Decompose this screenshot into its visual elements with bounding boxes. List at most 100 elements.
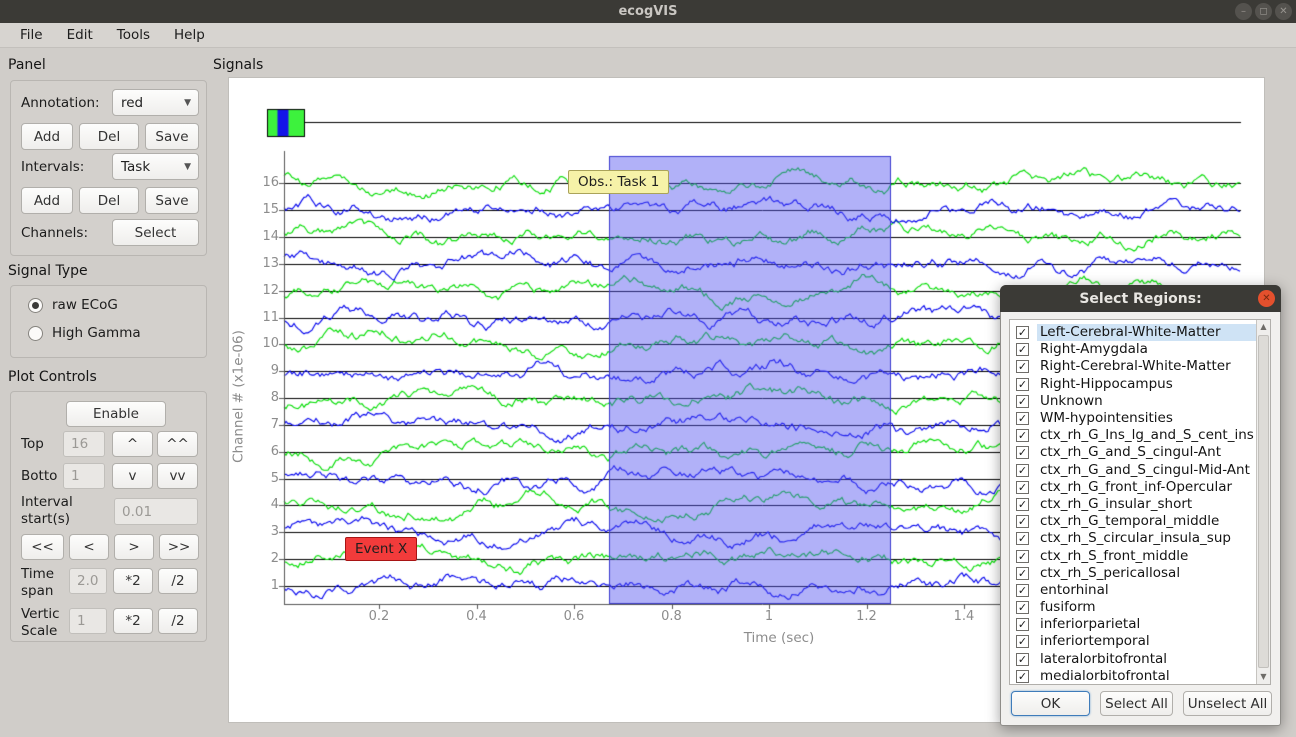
checkbox-checked-icon[interactable]: ✓: [1016, 515, 1029, 528]
bottom-downdown-button[interactable]: vv: [157, 463, 198, 489]
checkbox-checked-icon[interactable]: ✓: [1016, 446, 1029, 459]
channels-select-button[interactable]: Select: [112, 219, 199, 246]
dialog-titlebar[interactable]: Select Regions: ✕: [1000, 285, 1281, 312]
top-up-button[interactable]: ^: [112, 431, 153, 457]
scroll-up-icon[interactable]: ▲: [1257, 320, 1270, 334]
bottom-input[interactable]: 1: [63, 463, 105, 489]
checkbox-checked-icon[interactable]: ✓: [1016, 326, 1029, 339]
intervals-add-button[interactable]: Add: [21, 187, 73, 214]
region-row[interactable]: ✓ ctx_rh_S_circular_insula_sup: [1011, 530, 1257, 547]
region-row[interactable]: ✓ lateralorbitofrontal: [1011, 651, 1257, 668]
checkbox-checked-icon[interactable]: ✓: [1016, 464, 1029, 477]
maximize-icon[interactable]: ◻: [1255, 3, 1272, 20]
intervals-del-button[interactable]: Del: [79, 187, 139, 214]
scale-div2-button[interactable]: /2: [158, 608, 198, 634]
event-marker-label[interactable]: Event X: [345, 537, 417, 561]
top-input[interactable]: 16: [63, 431, 105, 457]
checkbox-checked-icon[interactable]: ✓: [1016, 343, 1029, 356]
region-row[interactable]: ✓ ctx_rh_S_pericallosal: [1011, 565, 1257, 582]
time-span-input[interactable]: 2.0: [69, 568, 107, 594]
region-row[interactable]: ✓ inferiorparietal: [1011, 616, 1257, 633]
signal-type-groupbox: raw ECoG High Gamma: [10, 285, 207, 358]
region-row[interactable]: ✓ ctx_rh_G_front_inf-Opercular: [1011, 479, 1257, 496]
region-row[interactable]: ✓ inferiortemporal: [1011, 633, 1257, 650]
menu-tools[interactable]: Tools: [107, 25, 160, 45]
checkbox-checked-icon[interactable]: ✓: [1016, 429, 1029, 442]
nav-next-button[interactable]: >: [114, 534, 154, 560]
region-row[interactable]: ✓ entorhinal: [1011, 582, 1257, 599]
checkbox-checked-icon[interactable]: ✓: [1016, 412, 1029, 425]
region-list[interactable]: ✓ Left-Cerebral-White-Matter ✓ Right-Amy…: [1009, 319, 1271, 685]
menu-edit[interactable]: Edit: [57, 25, 103, 45]
checkbox-checked-icon[interactable]: ✓: [1016, 584, 1029, 597]
intervals-label: Intervals:: [21, 159, 84, 175]
annotation-del-button[interactable]: Del: [79, 123, 139, 150]
enable-button[interactable]: Enable: [66, 401, 166, 427]
checkbox-checked-icon[interactable]: ✓: [1016, 653, 1029, 666]
checkbox-checked-icon[interactable]: ✓: [1016, 618, 1029, 631]
top-label: Top: [21, 436, 44, 452]
checkbox-checked-icon[interactable]: ✓: [1016, 498, 1029, 511]
checkbox-checked-icon[interactable]: ✓: [1016, 635, 1029, 648]
region-label: ctx_rh_G_front_inf-Opercular: [1037, 479, 1257, 496]
list-scrollbar[interactable]: ▲ ▼: [1256, 320, 1270, 684]
time-x2-button[interactable]: *2: [113, 568, 153, 594]
menu-file[interactable]: File: [10, 25, 53, 45]
checkbox-checked-icon[interactable]: ✓: [1016, 601, 1029, 614]
checkbox-checked-icon[interactable]: ✓: [1016, 532, 1029, 545]
checkbox-checked-icon[interactable]: ✓: [1016, 550, 1029, 563]
top-upup-button[interactable]: ^^: [157, 431, 198, 457]
region-label: Left-Cerebral-White-Matter: [1037, 324, 1257, 341]
interval-start-input[interactable]: 0.01: [114, 498, 198, 525]
dialog-close-icon[interactable]: ✕: [1258, 290, 1275, 307]
window-titlebar[interactable]: ecogVIS – ◻ ✕: [0, 0, 1296, 23]
y-tick-label: 8: [249, 390, 279, 405]
unselect-all-button[interactable]: Unselect All: [1183, 691, 1272, 716]
annotation-add-button[interactable]: Add: [21, 123, 73, 150]
intervals-save-button[interactable]: Save: [145, 187, 199, 214]
checkbox-checked-icon[interactable]: ✓: [1016, 567, 1029, 580]
region-row[interactable]: ✓ fusiform: [1011, 599, 1257, 616]
region-label: ctx_rh_G_and_S_cingul-Mid-Ant: [1037, 462, 1257, 479]
region-row[interactable]: ✓ ctx_rh_G_Ins_lg_and_S_cent_ins: [1011, 427, 1257, 444]
region-row[interactable]: ✓ ctx_rh_G_and_S_cingul-Mid-Ant: [1011, 462, 1257, 479]
region-row[interactable]: ✓ Right-Cerebral-White-Matter: [1011, 358, 1257, 375]
scroll-down-icon[interactable]: ▼: [1257, 670, 1270, 684]
vertical-scale-input[interactable]: 1: [69, 608, 107, 634]
checkbox-checked-icon[interactable]: ✓: [1016, 378, 1029, 391]
region-row[interactable]: ✓ Left-Cerebral-White-Matter: [1011, 324, 1257, 341]
checkbox-checked-icon[interactable]: ✓: [1016, 395, 1029, 408]
region-row[interactable]: ✓ medialorbitofrontal: [1011, 668, 1257, 685]
annotation-value: red: [121, 95, 143, 111]
menu-help[interactable]: Help: [164, 25, 215, 45]
ok-button[interactable]: OK: [1011, 691, 1090, 716]
scale-x2-button[interactable]: *2: [113, 608, 153, 634]
region-row[interactable]: ✓ ctx_rh_G_temporal_middle: [1011, 513, 1257, 530]
nav-prev-button[interactable]: <: [69, 534, 109, 560]
minimize-icon[interactable]: –: [1235, 3, 1252, 20]
region-label: ctx_rh_G_Ins_lg_and_S_cent_ins: [1037, 427, 1257, 444]
radio-raw-ecog[interactable]: raw ECoG: [28, 297, 118, 313]
time-div2-button[interactable]: /2: [158, 568, 198, 594]
region-row[interactable]: ✓ Right-Amygdala: [1011, 341, 1257, 358]
nav-first-button[interactable]: <<: [21, 534, 64, 560]
region-row[interactable]: ✓ ctx_rh_G_insular_short: [1011, 496, 1257, 513]
region-row[interactable]: ✓ WM-hypointensities: [1011, 410, 1257, 427]
region-row[interactable]: ✓ ctx_rh_G_and_S_cingul-Ant: [1011, 444, 1257, 461]
select-all-button[interactable]: Select All: [1100, 691, 1173, 716]
region-row[interactable]: ✓ ctx_rh_S_front_middle: [1011, 547, 1257, 564]
region-row[interactable]: ✓ Right-Hippocampus: [1011, 376, 1257, 393]
scroll-thumb[interactable]: [1258, 335, 1269, 668]
nav-last-button[interactable]: >>: [159, 534, 199, 560]
checkbox-checked-icon[interactable]: ✓: [1016, 481, 1029, 494]
checkbox-checked-icon[interactable]: ✓: [1016, 670, 1029, 683]
region-row[interactable]: ✓ Unknown: [1011, 393, 1257, 410]
radio-high-gamma[interactable]: High Gamma: [28, 325, 141, 341]
annotation-save-button[interactable]: Save: [145, 123, 199, 150]
annotation-combobox[interactable]: red ▼: [112, 89, 199, 116]
intervals-combobox[interactable]: Task ▼: [112, 153, 199, 180]
y-tick-label: 6: [249, 444, 279, 459]
bottom-down-button[interactable]: v: [112, 463, 153, 489]
checkbox-checked-icon[interactable]: ✓: [1016, 360, 1029, 373]
close-icon[interactable]: ✕: [1275, 3, 1292, 20]
